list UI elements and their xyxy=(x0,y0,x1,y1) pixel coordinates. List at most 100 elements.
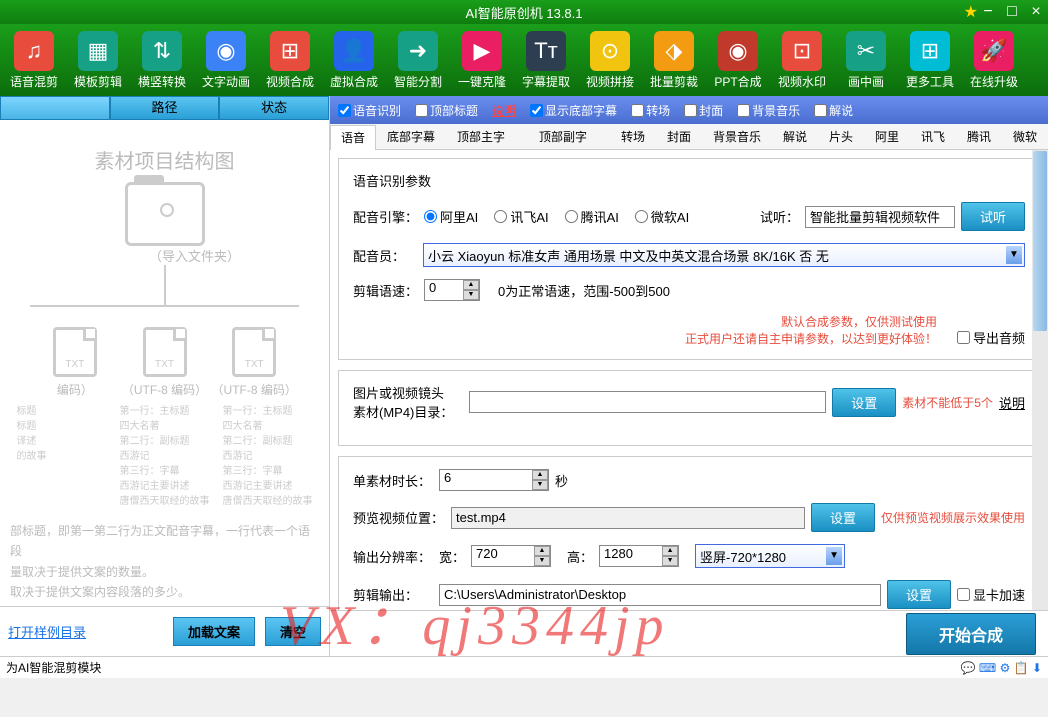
toolbar-字幕提取[interactable]: Tᴛ字幕提取 xyxy=(514,28,578,92)
subtab-腾讯[interactable]: 腾讯 xyxy=(956,124,1002,149)
opt-顶部标题[interactable]: 顶部标题 xyxy=(415,102,478,119)
set-preview-button[interactable]: 设置 xyxy=(811,503,875,532)
warn1: 默认合成参数，仅供测试使用 xyxy=(685,313,937,330)
opt-封面[interactable]: 封面 xyxy=(684,102,723,119)
视频拼接-icon: ⊙ xyxy=(590,31,630,71)
虚拟合成-icon: 👤 xyxy=(334,31,374,71)
minimize-button[interactable]: − xyxy=(980,3,996,21)
toolbar-视频拼接[interactable]: ⊙视频拼接 xyxy=(578,28,642,92)
toolbar-PPT合成[interactable]: ◉PPT合成 xyxy=(706,28,770,92)
speed-spinner[interactable]: 0 ▲▼ xyxy=(424,279,480,301)
engine-讯飞AI[interactable]: 讯飞AI xyxy=(494,207,548,226)
try-input[interactable] xyxy=(805,206,955,228)
warn2: 正式用户还请自主申请参数，以达到更好体验！ xyxy=(685,330,937,347)
scrollbar-thumb[interactable] xyxy=(1033,151,1047,331)
toolbar-视频合成[interactable]: ⊞视频合成 xyxy=(258,28,322,92)
subtab-转场[interactable]: 转场 xyxy=(610,124,656,149)
export-audio-check[interactable]: 导出音频 xyxy=(957,328,1025,347)
maximize-button[interactable]: □ xyxy=(1004,3,1020,21)
left-actions: 打开样例目录 加载文案 清空 xyxy=(0,606,329,656)
output-label: 剪辑输出： xyxy=(353,585,433,604)
output-path-input[interactable] xyxy=(439,584,881,606)
toolbar-智能分割[interactable]: ➜智能分割 xyxy=(386,28,450,92)
subtab-底部字幕[interactable]: 底部字幕 xyxy=(376,124,446,149)
toolbar-批量剪裁[interactable]: ⬗批量剪裁 xyxy=(642,28,706,92)
toolbar-语音混剪[interactable]: ♫语音混剪 xyxy=(2,28,66,92)
subtab-讯飞[interactable]: 讯飞 xyxy=(910,124,956,149)
try-button[interactable]: 试听 xyxy=(961,202,1025,231)
output-section: 单素材时长： 6 ▲▼ 秒 预览视频位置： 设置 仅供预览视频展示效果使用 输出… xyxy=(338,456,1040,610)
title: AI智能原创机 13.8.1 xyxy=(465,3,582,22)
字幕提取-icon: Tᴛ xyxy=(526,31,566,71)
engine-阿里AI[interactable]: 阿里AI xyxy=(424,207,478,226)
width-label: 宽： xyxy=(439,547,465,566)
PPT合成-icon: ◉ xyxy=(718,31,758,71)
opt-显示底部字幕[interactable]: 显示底部字幕 xyxy=(530,102,617,119)
subtab-片头[interactable]: 片头 xyxy=(818,124,864,149)
preview-input[interactable] xyxy=(451,507,805,529)
folder-icon xyxy=(125,182,205,246)
left-tabs: 路径状态 xyxy=(0,96,329,120)
智能分割-icon: ➜ xyxy=(398,31,438,71)
engine-label: 配音引擎： xyxy=(353,207,418,226)
opt-link-说明[interactable]: 说明 xyxy=(492,102,516,119)
engine-微软AI[interactable]: 微软AI xyxy=(635,207,689,226)
clear-button[interactable]: 清空 xyxy=(265,617,321,646)
toolbar-虚拟合成[interactable]: 👤虚拟合成 xyxy=(322,28,386,92)
single-dur-spinner[interactable]: 6 ▲▼ xyxy=(439,469,549,491)
toolbar-更多工具[interactable]: ⊞更多工具 xyxy=(898,28,962,92)
subtab-阿里[interactable]: 阿里 xyxy=(864,124,910,149)
opt-解说[interactable]: 解说 xyxy=(814,102,853,119)
actor-combo[interactable]: 小云 Xiaoyun 标准女声 通用场景 中文及中英文混合场景 8K/16K 否… xyxy=(423,243,1025,267)
toolbar-画中画[interactable]: ✂画中画 xyxy=(834,28,898,92)
subtab-顶部副字幕[interactable]: 顶部副字幕 xyxy=(528,124,610,149)
start-compose-button[interactable]: 开始合成 xyxy=(906,613,1036,655)
load-button[interactable]: 加载文案 xyxy=(173,617,255,646)
desc-link[interactable]: 说明 xyxy=(999,393,1025,412)
画中画-icon: ✂ xyxy=(846,31,886,71)
content-area: 语音识别参数 配音引擎： 阿里AI讯飞AI腾讯AI微软AI 试听： 试听 配音员… xyxy=(330,150,1048,610)
actor-label: 配音员： xyxy=(353,246,417,265)
gpu-check[interactable]: 显卡加速 xyxy=(957,585,1025,604)
toolbar-一键克隆[interactable]: ▶一键克隆 xyxy=(450,28,514,92)
subtab-封面[interactable]: 封面 xyxy=(656,124,702,149)
try-label: 试听： xyxy=(760,207,799,226)
star-icon[interactable]: ★ xyxy=(964,2,978,22)
spin-down-icon[interactable]: ▼ xyxy=(463,290,479,300)
scrollbar[interactable] xyxy=(1032,150,1048,610)
single-unit: 秒 xyxy=(555,471,568,490)
toolbar-模板剪辑[interactable]: ▦模板剪辑 xyxy=(66,28,130,92)
toolbar-在线升级[interactable]: 🚀在线升级 xyxy=(962,28,1026,92)
toolbar-视频水印[interactable]: ⊡视频水印 xyxy=(770,28,834,92)
批量剪裁-icon: ⬗ xyxy=(654,31,694,71)
opt-语音识别[interactable]: 语音识别 xyxy=(338,102,401,119)
width-spinner[interactable]: 720▲▼ xyxy=(471,545,551,567)
toolbar-文字动画[interactable]: ◉文字动画 xyxy=(194,28,258,92)
opt-转场[interactable]: 转场 xyxy=(631,102,670,119)
res-label: 输出分辨率： xyxy=(353,547,433,566)
close-button[interactable]: × xyxy=(1028,3,1044,21)
left-tab-状态[interactable]: 状态 xyxy=(219,96,329,120)
set-dir-button[interactable]: 设置 xyxy=(832,388,896,417)
chevron-down-icon: ▼ xyxy=(1006,246,1022,264)
subtab-微软[interactable]: 微软 xyxy=(1002,124,1048,149)
height-label: 高： xyxy=(567,547,593,566)
orientation-combo[interactable]: 竖屏-720*1280▼ xyxy=(695,544,845,568)
spin-up-icon[interactable]: ▲ xyxy=(463,280,479,290)
subtab-背景音乐[interactable]: 背景音乐 xyxy=(702,124,772,149)
height-spinner[interactable]: 1280▲▼ xyxy=(599,545,679,567)
right-panel: 语音识别顶部标题说明显示底部字幕转场封面背景音乐解说 语音底部字幕顶部主字幕顶部… xyxy=(330,96,1048,656)
subtab-语音[interactable]: 语音 xyxy=(330,125,376,150)
engine-腾讯AI[interactable]: 腾讯AI xyxy=(565,207,619,226)
subtab-顶部主字幕[interactable]: 顶部主字幕 xyxy=(446,124,528,149)
left-tab-blank[interactable] xyxy=(0,96,110,120)
set-output-button[interactable]: 设置 xyxy=(887,580,951,609)
opt-背景音乐[interactable]: 背景音乐 xyxy=(737,102,800,119)
语音混剪-icon: ♫ xyxy=(14,31,54,71)
subtab-解说[interactable]: 解说 xyxy=(772,124,818,149)
left-tab-路径[interactable]: 路径 xyxy=(110,96,220,120)
material-dir-input[interactable] xyxy=(469,391,826,413)
open-sample-link[interactable]: 打开样例目录 xyxy=(8,622,86,641)
toolbar-横竖转换[interactable]: ⇅横竖转换 xyxy=(130,28,194,92)
main-toolbar: ♫语音混剪▦模板剪辑⇅横竖转换◉文字动画⊞视频合成👤虚拟合成➜智能分割▶一键克隆… xyxy=(0,24,1048,96)
